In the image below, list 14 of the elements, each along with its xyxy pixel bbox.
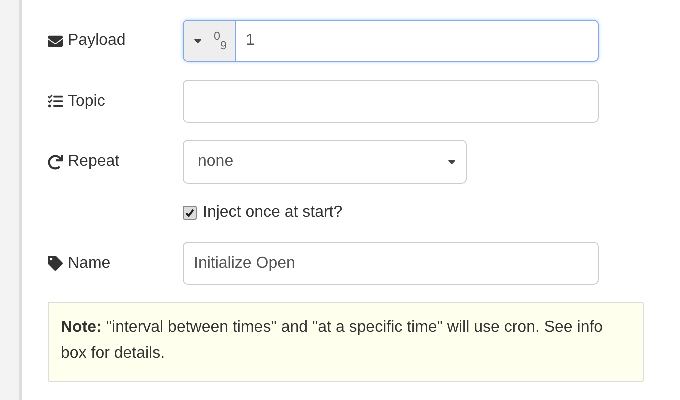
note-text: Note: "interval between times" and "at a specific time" will use cron. See info box for details. <box>48 302 644 382</box>
repeat-select[interactable]: none <box>183 140 467 184</box>
field-label: Topic <box>68 92 106 110</box>
envelope-icon <box>48 34 63 48</box>
payload-input[interactable]: 1 <box>236 21 598 61</box>
checkbox[interactable] <box>183 206 197 220</box>
repeat-icon <box>48 154 63 170</box>
text-field[interactable]: Initialize Open <box>184 243 598 284</box>
field-label: Name <box>68 254 111 272</box>
field-label: Payload <box>68 32 126 50</box>
checkbox-label: Inject once at start? <box>203 204 343 222</box>
field-label: Repeat <box>68 153 120 171</box>
tag-icon <box>48 256 63 271</box>
list-icon <box>48 94 63 109</box>
